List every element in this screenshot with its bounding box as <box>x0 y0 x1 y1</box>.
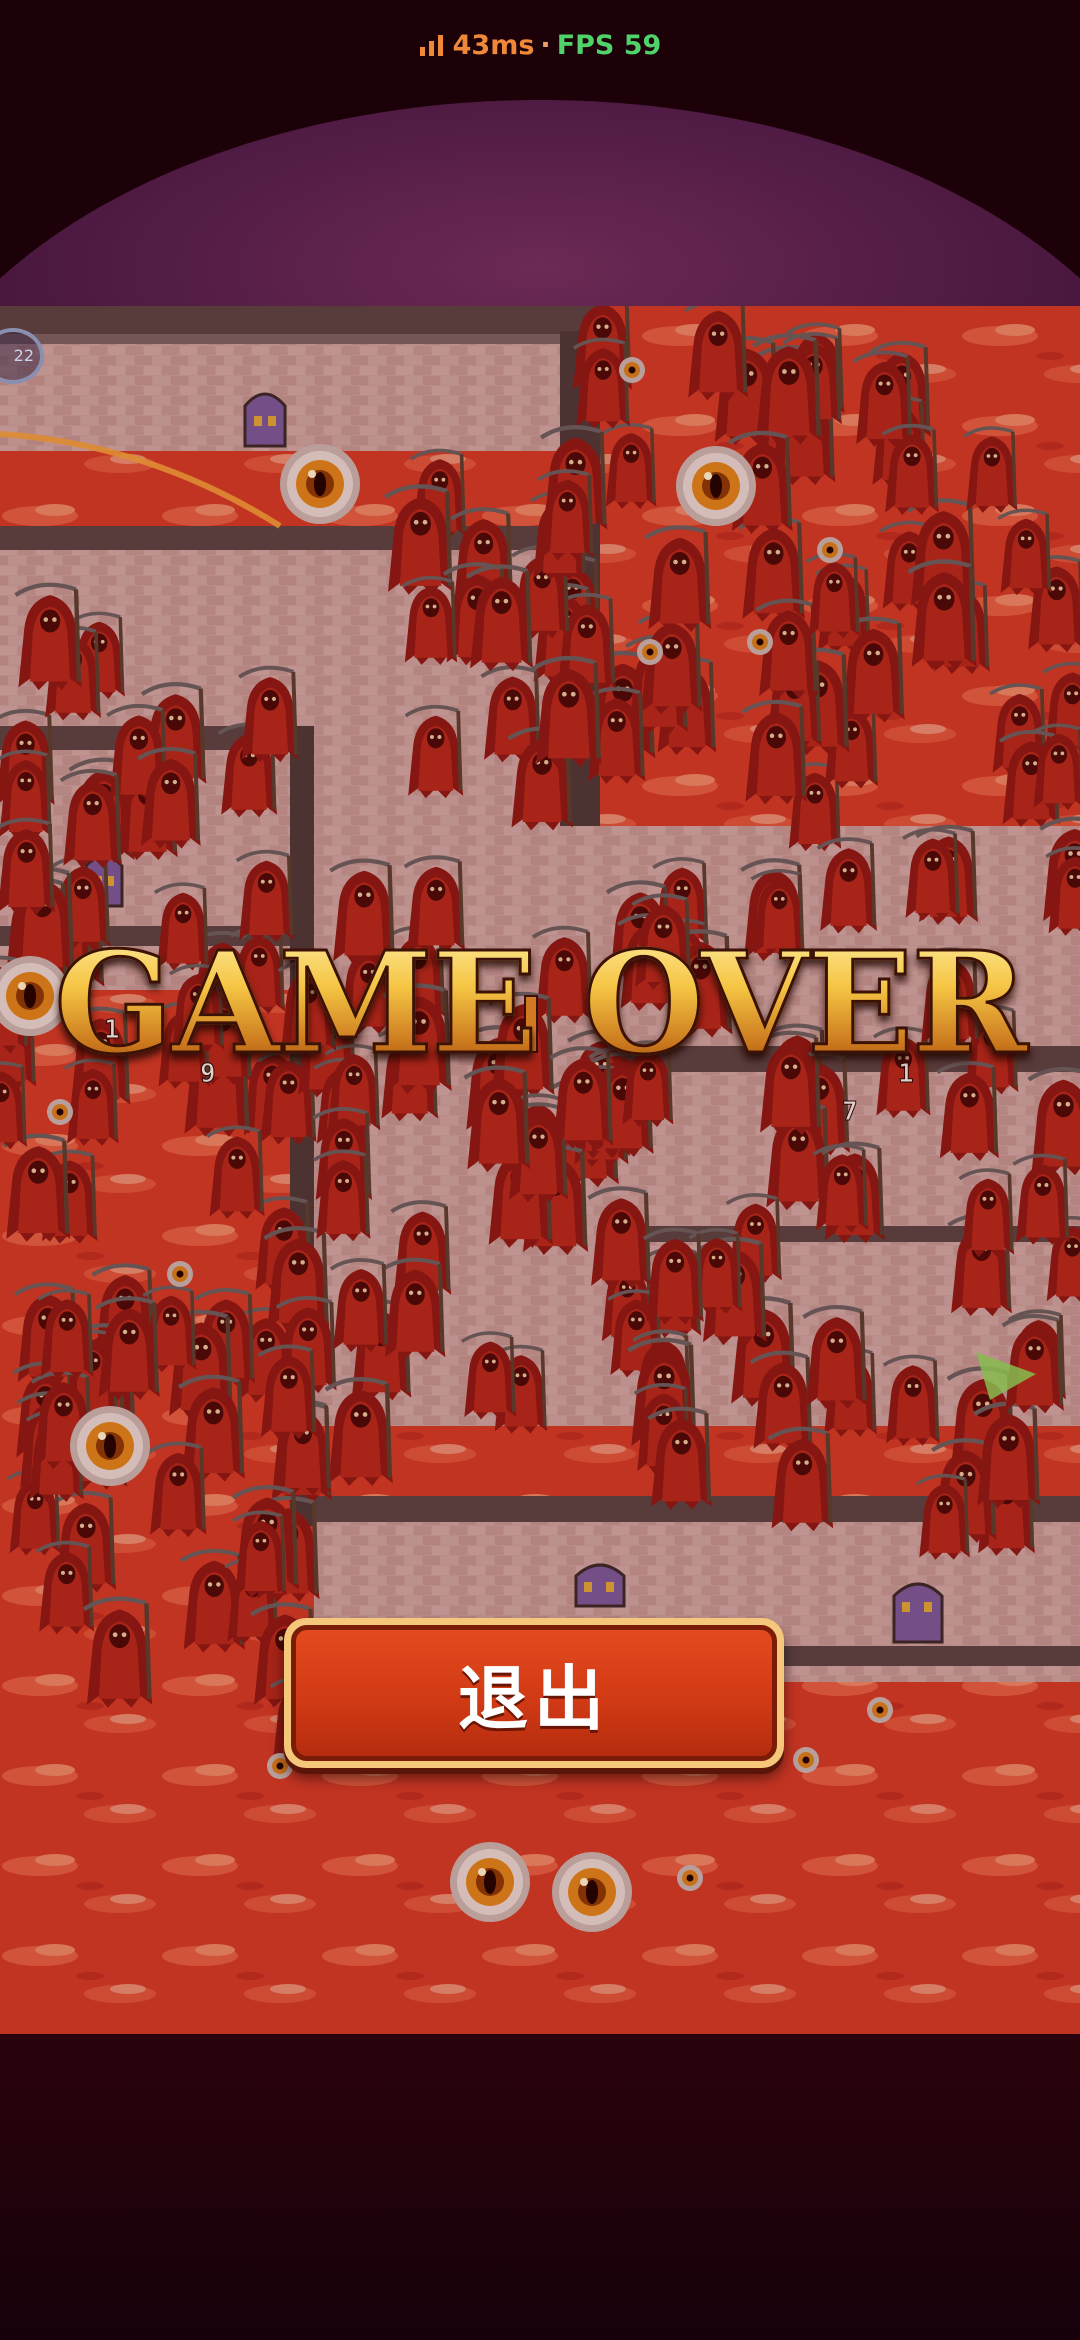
latency-readout: 43ms <box>452 30 535 61</box>
game-world: 1 9 1 7 <box>0 306 1080 2034</box>
network-stats: 43ms · FPS 59 <box>0 30 1080 61</box>
fps-readout: FPS 59 <box>556 30 662 61</box>
exit-button[interactable]: 退出 <box>284 1618 784 1768</box>
game-over-title: GAME OVER <box>0 921 1080 1088</box>
stats-separator: · <box>540 30 551 61</box>
game-screen: 43ms · FPS 59 7 22 GAME OVER 退出 <box>0 0 1080 2340</box>
game-viewport: 1 9 1 7 22 <box>0 306 1080 2034</box>
bottom-letterbox <box>0 2034 1080 2340</box>
exit-button-label: 退出 <box>291 1625 777 1761</box>
signal-bars-icon <box>419 35 443 56</box>
